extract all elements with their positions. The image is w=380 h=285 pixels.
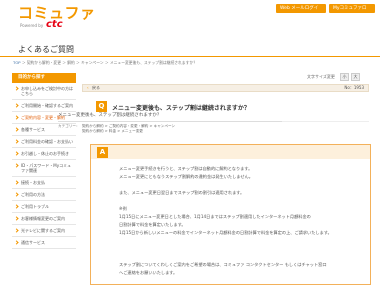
breadcrumb-top-link[interactable]: TOP [13, 60, 21, 65]
category-link[interactable]: 契約から解約 > 料金 > メニュー変更 [82, 129, 143, 134]
faq-number: No：1953 [344, 85, 364, 90]
category-label: カテゴリー： [58, 124, 80, 128]
question-q-icon: Q [96, 101, 107, 112]
answer-header: A [91, 145, 370, 159]
sidebar-item-label: お客様情報変更のご案内 [21, 216, 65, 221]
answer-line: へご連絡をお願いいたします。 [119, 270, 178, 275]
answer-line: メニュー変更手続きを行うと、ステップ割は自動的に解約となります。 [119, 166, 253, 171]
sidebar-item-label: お引越し・休止のお手続き [21, 151, 69, 156]
answer-line: また、メニュー変更日翌日までステップ割の割引は適用されます。 [119, 190, 245, 195]
font-size-label: 文字サイズ変更 [307, 74, 335, 79]
sidebar-item[interactable]: 接続・お支払 [12, 177, 76, 189]
sidebar-item[interactable]: ご利用料金の確認・お支払い [12, 136, 76, 148]
chevron-right-icon [14, 204, 19, 209]
font-large-button[interactable]: 大 [351, 73, 360, 81]
sidebar-heading: 目的から探す [12, 73, 76, 83]
font-small-button[interactable]: 小 [340, 73, 349, 81]
sidebar-item[interactable]: お引越し・休止のお手続き [12, 148, 76, 160]
chevron-left-icon: ‹ [87, 85, 89, 90]
sidebar-item[interactable]: お申し込みをご検討中の方はこちら [12, 83, 76, 100]
chevron-right-icon [14, 216, 19, 221]
sidebar-item[interactable]: お客様情報変更のご案内 [12, 213, 76, 225]
my-commufa-login-button[interactable]: MyコミュファログインNS [329, 4, 375, 20]
answer-block: A メニュー変更手続きを行うと、ステップ割は自動的に解約となります。 メニュー変… [90, 144, 371, 285]
answer-line: 1月15日から新しいメニューの料金でインターネット月額料金の日割計算で料金を算定… [119, 230, 332, 235]
font-size-controls: 文字サイズ変更 小 大 [82, 73, 369, 83]
answer-line: 日割計算で料金を算定いたします。 [119, 222, 186, 227]
category-box: カテゴリー： 契約から解約 > ご契約内容・変更・解約 > キャンペーン 契約か… [58, 121, 282, 136]
chevron-right-icon [14, 115, 19, 120]
chevron-right-icon [14, 139, 19, 144]
sidebar-item[interactable]: ご利用トラブル [12, 201, 76, 213]
question-title: メニュー変更後も、ステップ割は継続されますか？ [112, 105, 250, 112]
webmail-login-button[interactable]: Web メールログイン [276, 4, 326, 20]
sidebar-item[interactable]: 通信サービス [12, 237, 76, 249]
sidebar-item[interactable]: ID・パスワード・Myコミュファ関連 [12, 160, 76, 177]
sidebar-item-label: 接続・お支払 [21, 180, 45, 185]
chevron-right-icon [14, 240, 19, 245]
back-link[interactable]: 戻る [92, 85, 100, 90]
chevron-right-icon [14, 151, 19, 156]
answer-line: ※例 [119, 206, 127, 211]
sidebar-item[interactable]: 光テレビに関するご案内 [12, 225, 76, 237]
sidebar-item-label: ご利用開始・確認するご案内 [21, 103, 73, 108]
question-detail: メニュー変更後も、ステップ割は継続されますか？ [58, 113, 162, 118]
chevron-right-icon [14, 103, 19, 108]
sidebar-item[interactable]: ご利用開始・確認するご案内 [12, 100, 76, 112]
sidebar: 目的から探す お申し込みをご検討中の方はこちら ご利用開始・確認するご案内 ご契… [12, 73, 76, 249]
page-title: よくあるご質問 [18, 45, 74, 54]
sidebar-item-label: 各種サービス [21, 127, 45, 132]
chevron-right-icon [14, 86, 19, 91]
answer-line: 1月15日にメニュー変更日とした場合、1月14日まではステップ割適用したインター… [119, 214, 311, 219]
answer-a-icon: A [97, 147, 108, 158]
chevron-right-icon [14, 192, 19, 197]
chevron-right-icon [14, 228, 19, 233]
sidebar-item-label: 通信サービス [21, 240, 45, 245]
chevron-right-icon [14, 127, 19, 132]
site-header: コミュファ Powered by ctc Web メールログイン Myコミュファ… [0, 0, 380, 34]
logo-brand: ctc [46, 19, 63, 30]
sidebar-item-label: 光テレビに関するご案内 [21, 228, 65, 233]
answer-line: ステップ割についてくわしくご案内をご希望の場合は、コミュファ コンタクトセンター… [119, 262, 327, 267]
chevron-right-icon [14, 180, 19, 185]
sidebar-item-label: ID・パスワード・Myコミュファ関連 [21, 163, 72, 173]
breadcrumb: TOP ＞ 契約から解約・変更 ＞ 解約 ＞ キャンペーン ＞ メニュー変更後も… [13, 60, 197, 66]
sidebar-item-label: ご利用トラブル [21, 204, 49, 209]
title-divider [0, 56, 380, 57]
sidebar-item-label: お申し込みをご検討中の方はこちら [21, 86, 73, 96]
answer-line: メニュー変更にともなうステップ割解約の違約金は発生いたしません。 [119, 174, 253, 179]
chevron-right-icon [14, 163, 19, 168]
sidebar-item-label: ご利用料金の確認・お支払い [21, 139, 73, 144]
sidebar-item-label: ご利用の方法 [21, 192, 45, 197]
back-bar: ‹ 戻る No：1953 [82, 84, 369, 92]
sidebar-item[interactable]: ご利用の方法 [12, 189, 76, 201]
breadcrumb-trail[interactable]: ＞ 契約から解約・変更 ＞ 解約 ＞ キャンペーン ＞ メニュー変更後も、ステッ… [22, 60, 197, 65]
logo-powered-by: Powered by [20, 23, 44, 28]
